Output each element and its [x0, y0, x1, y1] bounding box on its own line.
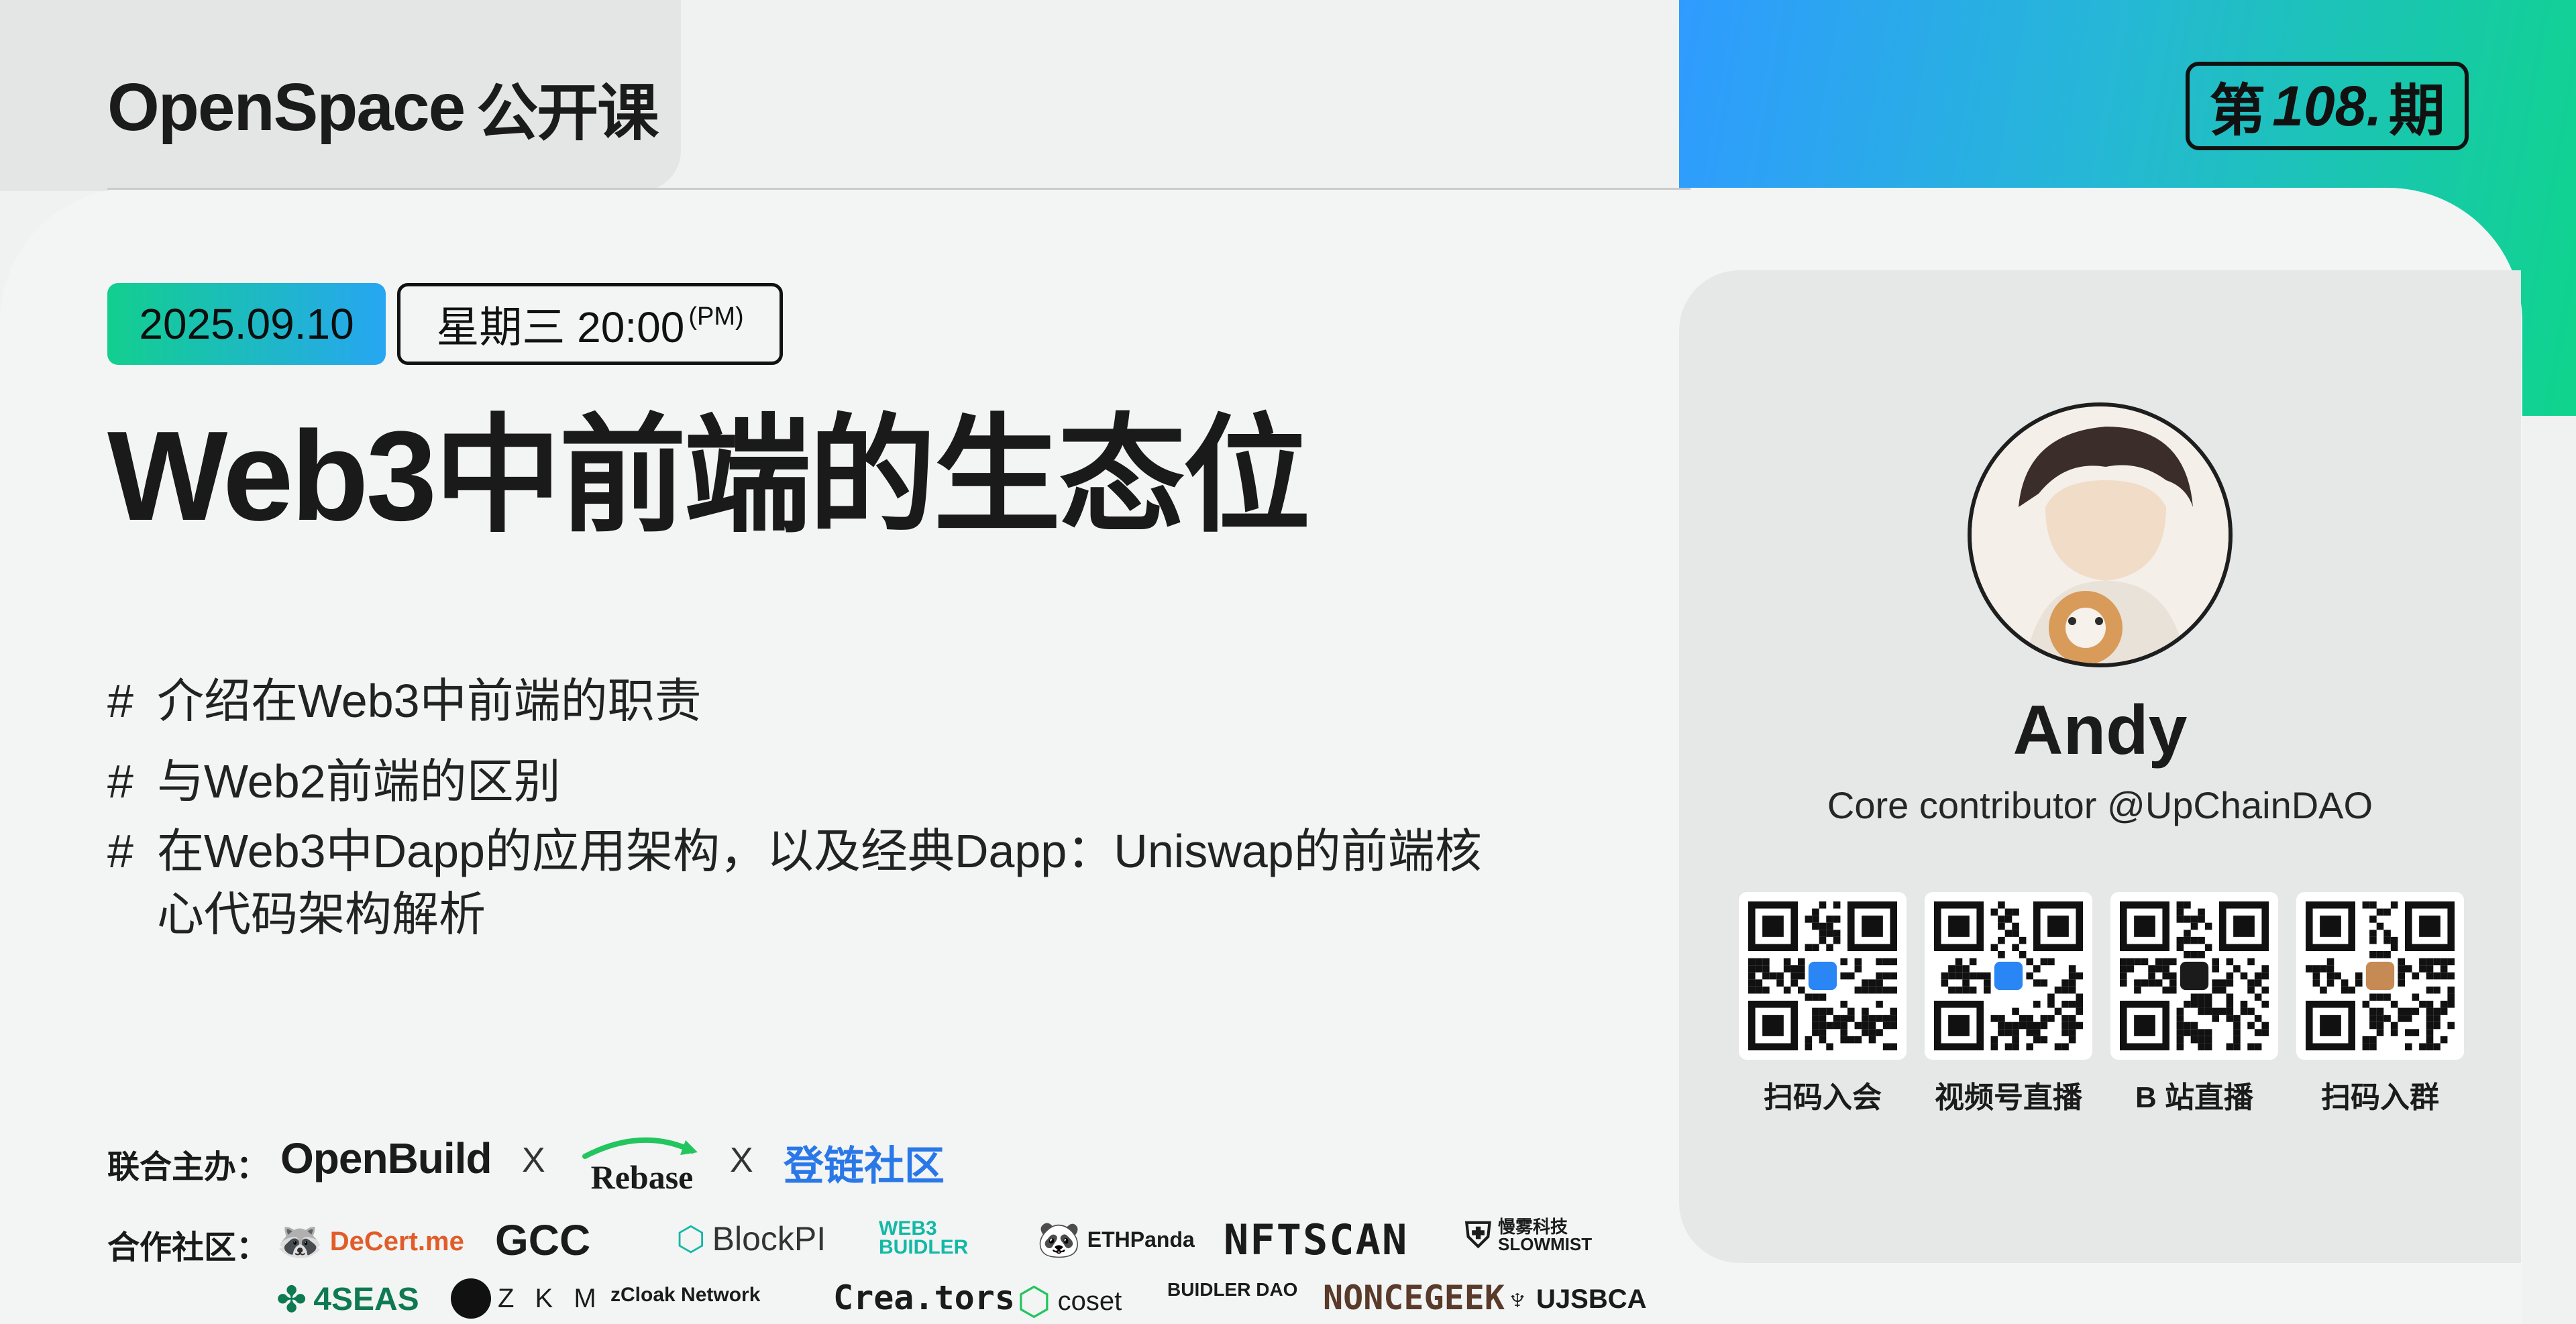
qr-label: 扫码入群	[2321, 1081, 2439, 1114]
upchain-logo-icon	[1808, 961, 1837, 991]
openbuild-logo-text: OpenBuild	[280, 1134, 492, 1182]
ujsbca-logo: ♆ UJSBCA	[1505, 1281, 1646, 1318]
event-time: 星期三 20:00	[436, 303, 685, 351]
speaker-role: Core contributor @UpChainDAO	[1827, 784, 2373, 826]
qr-code[interactable]	[2296, 892, 2464, 1060]
topic-text: 与Web2前端的区别	[157, 755, 561, 808]
event-date-badge: 2025.09.10	[107, 283, 386, 365]
qr-code-pattern	[1934, 901, 2083, 1050]
rebase-arrow-icon	[582, 1137, 698, 1159]
nftscan-logo-text: NFTSCAN	[1224, 1215, 1409, 1264]
avatar-illustration	[1972, 406, 2229, 663]
noncegeek-logo: NONCEGEEK	[1323, 1278, 1505, 1317]
qr-bilibili-live[interactable]: B 站直播	[2110, 892, 2278, 1116]
issue-badge: 第 108. 期	[2186, 62, 2469, 150]
bullet-mark: #	[107, 675, 133, 727]
partners-label: 合作社区：	[107, 1230, 269, 1266]
issue-prefix: 第	[2209, 78, 2266, 142]
qr-code[interactable]	[2110, 892, 2278, 1060]
qr-group-join[interactable]: 扫码入群	[2296, 892, 2464, 1116]
ethpanda-logo: 🐼 ETHPanda	[1037, 1219, 1195, 1260]
header-divider	[107, 188, 1690, 190]
rebase-logo: Rebase	[578, 1134, 706, 1197]
zkm-logo: Z K M	[451, 1278, 603, 1319]
organizer-separator: X	[522, 1141, 545, 1180]
rebase-logo-text: Rebase	[590, 1158, 694, 1196]
avatar-icon	[2365, 961, 2395, 991]
issue-suffix: 期	[2388, 78, 2445, 142]
event-title: Web3中前端的生态位	[107, 405, 1310, 547]
noncegeek-logo-text: NONCEGEEK	[1323, 1278, 1505, 1317]
ujsbca-logo-text: UJSBCA	[1536, 1284, 1647, 1314]
qr-code[interactable]	[1925, 892, 2092, 1060]
coset-logo: ⬡ coset	[1017, 1278, 1122, 1324]
buidler-dao-logo: BUIDLER DAO	[1167, 1279, 1301, 1300]
qr-video-channel-live[interactable]: 视频号直播	[1925, 892, 2092, 1116]
clover-icon: ✤	[276, 1280, 307, 1320]
speaker-avatar	[1968, 402, 2233, 667]
qr-label: 视频号直播	[1935, 1081, 2082, 1114]
slowmist-logo-text: 慢雾科技 SLOWMIST	[1498, 1217, 1593, 1254]
qr-code[interactable]	[1739, 892, 1907, 1060]
topic-item: # 在Web3中Dapp的应用架构，以及经典Dapp：Uniswap的前端核心代…	[107, 820, 1550, 946]
qr-code-pattern	[1748, 901, 1897, 1050]
qr-code-pattern	[2306, 901, 2455, 1050]
4seas-logo-text: 4SEAS	[313, 1282, 419, 1317]
upchain-logo-text: 登链社区	[784, 1144, 945, 1189]
blockpi-logo: ⬡ BlockPI	[676, 1219, 826, 1258]
zcloak-logo-text: zCloak Network	[610, 1284, 761, 1306]
qr-code-pattern	[2120, 901, 2269, 1050]
coset-logo-text: coset	[1057, 1286, 1122, 1316]
bullet-mark: #	[107, 755, 133, 808]
zkm-logo-text: Z K M	[498, 1283, 603, 1313]
shield-icon: ⛨	[1465, 1216, 1492, 1255]
play-icon	[2180, 961, 2209, 991]
openbuild-logo: OpenBuild	[280, 1134, 492, 1183]
raccoon-icon: 🦝	[276, 1220, 323, 1262]
crest-icon: ♆	[1505, 1282, 1529, 1317]
topic-item: # 与Web2前端的区别	[107, 750, 1550, 813]
upchain-logo: 登链社区	[784, 1134, 945, 1192]
4seas-logo: ✤ 4SEAS	[276, 1278, 419, 1321]
qr-label: B 站直播	[2135, 1081, 2253, 1114]
qr-label: 扫码入会	[1764, 1081, 1882, 1114]
web3-buidler-logo-text: WEB3 BUIDLER	[879, 1217, 969, 1258]
coset-icon: ⬡	[1017, 1280, 1051, 1323]
topic-text: 介绍在Web3中前端的职责	[157, 675, 702, 727]
creators-logo: Crea.tors	[833, 1278, 1015, 1317]
decert-logo: 🦝 DeCert.me	[276, 1219, 464, 1264]
blockpi-logo-text: BlockPI	[712, 1220, 826, 1258]
gcc-logo-text: GCC	[495, 1216, 591, 1264]
qr-member-join[interactable]: 扫码入会	[1739, 892, 1907, 1116]
event-time-badge: 星期三 20:00 (PM)	[397, 283, 783, 365]
ethpanda-logo-text: ETHPanda	[1087, 1227, 1195, 1252]
event-time-suffix: (PM)	[688, 302, 744, 331]
bilibili-blue-icon	[1994, 961, 2023, 991]
creators-logo-text: Crea.tors	[833, 1278, 1015, 1317]
event-date: 2025.09.10	[139, 300, 354, 348]
brand-name: OpenSpace	[107, 69, 466, 145]
organizers-label: 联合主办：	[107, 1150, 269, 1185]
brand-logo: OpenSpace 公开课	[107, 67, 659, 148]
buidler-dao-logo-text: BUIDLER DAO	[1167, 1279, 1298, 1300]
zkm-circle-icon	[451, 1278, 491, 1319]
web3-buidler-logo: WEB3 BUIDLER	[879, 1217, 1000, 1258]
speaker-name: Andy	[2012, 692, 2188, 769]
bullet-mark: #	[107, 825, 133, 877]
nftscan-logo: NFTSCAN	[1224, 1215, 1408, 1264]
topic-item: # 介绍在Web3中前端的职责	[107, 669, 1550, 732]
gcc-logo: GCC	[495, 1215, 590, 1265]
organizer-separator: X	[730, 1141, 753, 1180]
zcloak-logo: zCloak Network	[610, 1284, 760, 1307]
blockpi-cube-icon: ⬡	[676, 1220, 706, 1258]
slowmist-logo: ⛨ 慢雾科技 SLOWMIST	[1465, 1218, 1613, 1253]
decert-logo-text: DeCert.me	[329, 1226, 464, 1256]
issue-number: 108.	[2272, 74, 2382, 137]
panda-icon: 🐼	[1037, 1221, 1081, 1260]
brand-subtitle: 公开课	[476, 78, 659, 148]
topic-text: 在Web3中Dapp的应用架构，以及经典Dapp：Uniswap的前端核心代码架…	[157, 825, 1482, 940]
